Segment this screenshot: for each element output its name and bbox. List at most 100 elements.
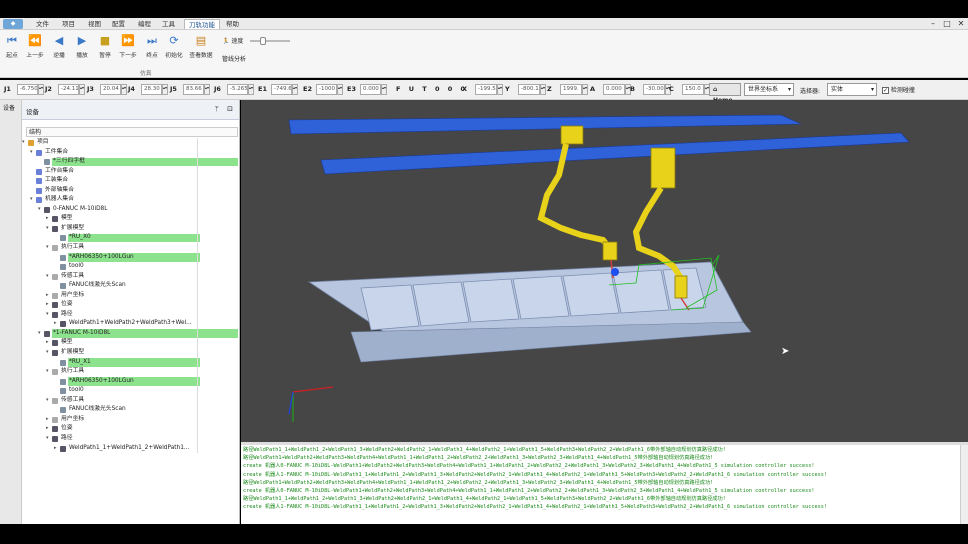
coord-value-input[interactable]: 0.000 [603, 84, 625, 95]
expand-icon[interactable]: ▸ [54, 444, 59, 454]
trajectory-analysis-button[interactable]: 管线分析 [222, 54, 246, 63]
pause-button[interactable]: ■ 暂停 [93, 33, 117, 65]
close-button[interactable]: ✕ [954, 18, 968, 30]
tree-node[interactable]: ▸ 位姿 [26, 424, 238, 434]
collapse-icon[interactable]: ▾ [30, 195, 35, 205]
tree-node[interactable]: ▾ 传感工具 [26, 271, 238, 282]
spinner-icon[interactable]: ▴▾ [38, 84, 44, 95]
tree-node[interactable]: ▾ *1-FANUC M-10iD8L [26, 328, 238, 339]
coord-value-input[interactable]: 20.04 [100, 84, 121, 95]
step-back-button[interactable]: ⏪ 上一步 [23, 33, 47, 65]
tree-node[interactable]: ▸ 位姿 [26, 300, 238, 310]
filter-select[interactable]: 实体 ▾ [827, 83, 877, 96]
coord-value-input[interactable]: -800.1 [518, 84, 540, 95]
tree-node[interactable]: ▾ 0-FANUC M-10iD8L [26, 204, 238, 215]
tree-node[interactable]: 外部轴集合 [26, 185, 238, 196]
spinner-icon[interactable]: ▴▾ [121, 84, 127, 95]
log-scrollbar[interactable] [960, 445, 968, 524]
spinner-icon[interactable]: ▴▾ [381, 84, 387, 95]
tree-node[interactable]: FANUC线激光头Scan [26, 405, 238, 415]
collapse-icon[interactable]: ▾ [38, 205, 43, 215]
menu-item-2[interactable]: 视图 [84, 19, 105, 29]
collapse-icon[interactable]: ▾ [46, 243, 51, 253]
coord-value-input[interactable]: 0.000 [360, 84, 381, 95]
speed-slider-knob[interactable] [260, 37, 266, 45]
spinner-icon[interactable]: ▴▾ [204, 84, 210, 95]
collapse-icon[interactable]: ▾ [46, 434, 51, 444]
expand-icon[interactable]: ▸ [46, 214, 51, 224]
maximize-button[interactable]: □ [940, 18, 954, 30]
menu-item-5[interactable]: 工具 [158, 19, 179, 29]
step-forward-button[interactable]: ⏩ 下一步 [116, 33, 140, 65]
expand-icon[interactable]: ▸ [54, 319, 59, 329]
menu-item-1[interactable]: 项目 [58, 19, 79, 29]
collision-check-toggle[interactable]: ✓ 检测碰撞 [882, 85, 915, 94]
coord-value-input[interactable]: -24.11 [58, 84, 79, 95]
collapse-icon[interactable]: ▾ [46, 272, 51, 282]
coord-value-input[interactable]: 28.30 [141, 84, 162, 95]
tree-node[interactable]: *ARH06350+100LGun [26, 252, 238, 263]
tree-node[interactable]: FANUC线激光头Scan [26, 281, 238, 291]
collapse-icon[interactable]: ▾ [38, 329, 43, 339]
menu-item-4[interactable]: 编程 [134, 19, 155, 29]
tree-node[interactable]: ▸ 用户坐标 [26, 290, 238, 301]
reverse-play-button[interactable]: ◀ 逆播 [47, 33, 71, 65]
tree-node[interactable]: tool0 [26, 386, 238, 396]
minimize-button[interactable]: – [926, 18, 940, 30]
coord-value-input[interactable]: -6.750 [17, 84, 38, 95]
tree-node[interactable]: *三行四字框 [26, 157, 238, 167]
spinner-icon[interactable]: ▴▾ [162, 84, 168, 95]
coord-value-input[interactable]: -5.265 [227, 84, 248, 95]
tree-node[interactable]: ▾ 扩展模型 [26, 223, 238, 234]
tree-node[interactable]: ▾ 执行工具 [26, 367, 238, 377]
3d-viewport[interactable]: ➤ [241, 100, 968, 442]
coord-value-input[interactable]: -199.5 [475, 84, 497, 95]
tree-node[interactable]: ▸ WeldPath1_1+WeldPath1_2+WeldPath1... [26, 443, 238, 454]
spinner-icon[interactable]: ▴▾ [292, 84, 298, 95]
tree-node[interactable]: ▾ 机器人集合 [26, 195, 238, 205]
expand-icon[interactable]: ▸ [46, 338, 51, 348]
tree-node[interactable]: ▾ 工件集合 [26, 147, 238, 158]
tree-node[interactable]: 工装集合 [26, 176, 238, 186]
spinner-icon[interactable]: ▴▾ [582, 84, 588, 95]
collapse-icon[interactable]: ▾ [46, 348, 51, 358]
tree-node[interactable]: *RU_X1 [26, 357, 238, 368]
tree-node[interactable]: ▸ 模型 [26, 338, 238, 349]
tree-node[interactable]: ▸ 用户坐标 [26, 414, 238, 425]
expand-icon[interactable]: ▸ [46, 424, 51, 434]
coord-value-input[interactable]: -1000 [316, 84, 337, 95]
coord-value-input[interactable]: 150.0 [682, 84, 704, 95]
tree-node[interactable]: ▾ 项目 [22, 138, 238, 148]
initialize-button[interactable]: ⟳ 初始化 [162, 33, 186, 65]
menu-item-7[interactable]: 帮助 [222, 19, 243, 29]
collapse-icon[interactable]: ▾ [30, 148, 35, 158]
spinner-icon[interactable]: ▴▾ [79, 84, 85, 95]
expand-icon[interactable]: ▸ [46, 300, 51, 310]
menu-item-3[interactable]: 配置 [108, 19, 129, 29]
tree-node[interactable]: *ARH06350+100LGun [26, 376, 238, 387]
spinner-icon[interactable]: ▴▾ [540, 84, 546, 95]
pin-icon[interactable]: ᛘ [215, 105, 219, 113]
tree-node[interactable]: ▾ 执行工具 [26, 243, 238, 253]
tree-node[interactable]: ▾ 路径 [26, 309, 238, 320]
tree-node[interactable]: ▾ 路径 [26, 433, 238, 444]
speed-slider[interactable] [250, 37, 290, 45]
expand-icon[interactable]: ▸ [46, 291, 51, 301]
panel-close-icon[interactable]: ⊡ [227, 105, 233, 113]
side-tab-devices[interactable]: 设备 [3, 103, 15, 112]
tree-node[interactable]: ▾ 传感工具 [26, 395, 238, 406]
collapse-icon[interactable]: ▾ [46, 396, 51, 406]
home-button[interactable]: ⌂ Home [709, 83, 741, 104]
menu-item-0[interactable]: 文件 [32, 19, 53, 29]
coord-value-input[interactable]: -749.6 [271, 84, 292, 95]
app-logo-icon[interactable]: ◆ [3, 19, 23, 29]
tree-node[interactable]: 工作台集合 [26, 166, 238, 177]
collapse-icon[interactable]: ▾ [22, 138, 27, 148]
tree-node[interactable]: *RU_X0 [26, 233, 238, 244]
checkbox-icon[interactable]: ✓ [882, 87, 889, 94]
data-view-button[interactable]: ▤ 查看数据 [189, 33, 213, 65]
frame-select[interactable]: 世界坐标系 ▾ [744, 83, 794, 96]
menu-item-6[interactable]: 刀轨功能 [184, 19, 220, 29]
play-button[interactable]: ▶ 播放 [70, 33, 94, 65]
tree-node[interactable]: ▸ WeldPath1+WeldPath2+WeldPath3+Wel... [26, 319, 238, 329]
